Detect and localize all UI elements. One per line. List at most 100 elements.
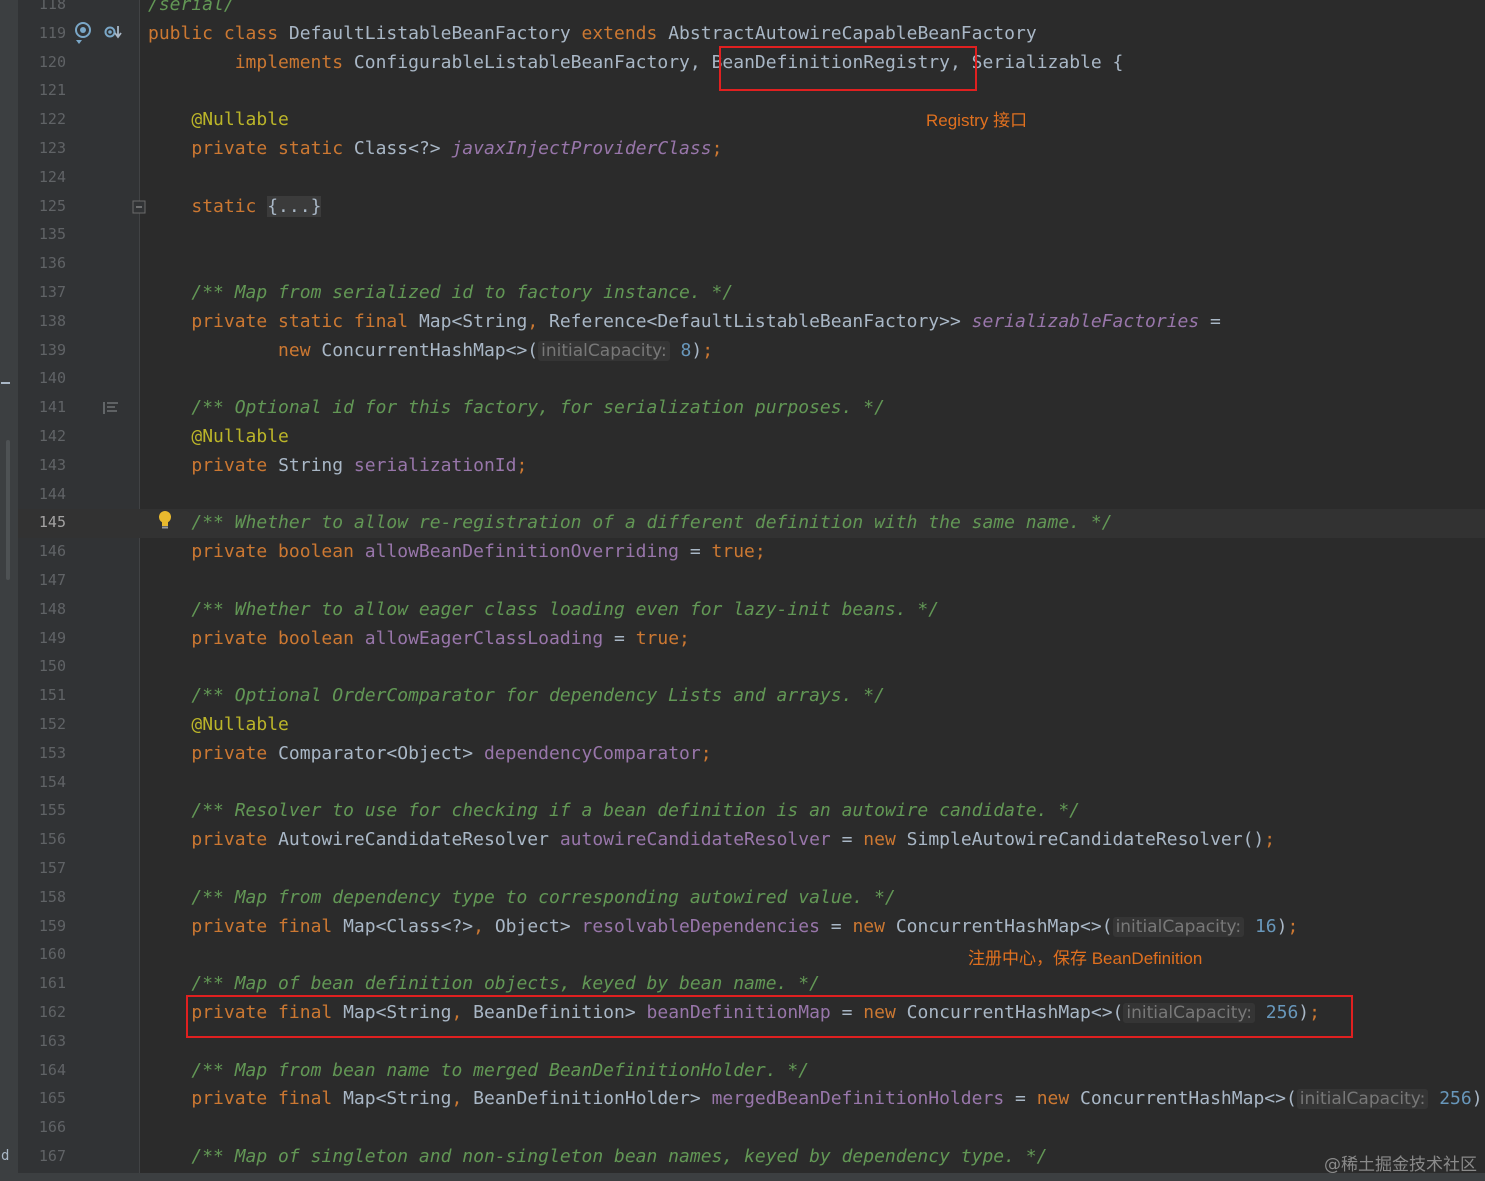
code-text[interactable]: /serial/ <box>148 0 235 19</box>
line-number[interactable]: 159 <box>18 912 66 941</box>
code-line[interactable]: 153 private Comparator<Object> dependenc… <box>0 739 1485 768</box>
code-line[interactable]: 167 /** Map of singleton and non-singlet… <box>0 1142 1485 1171</box>
editor-bottom-scrollbar[interactable] <box>0 1173 1485 1181</box>
code-text[interactable]: /** Whether to allow eager class loading… <box>148 595 939 624</box>
code-line[interactable]: 159 private final Map<Class<?>, Object> … <box>0 912 1485 941</box>
code-text[interactable]: @Nullable <box>148 105 289 134</box>
line-number[interactable]: 137 <box>18 278 66 307</box>
line-number[interactable]: 148 <box>18 595 66 624</box>
line-number[interactable]: 153 <box>18 739 66 768</box>
line-number[interactable]: 125 <box>18 192 66 221</box>
code-line[interactable]: 156 private AutowireCandidateResolver au… <box>0 825 1485 854</box>
line-number[interactable]: 136 <box>18 249 66 278</box>
code-text[interactable]: private static Class<?> javaxInjectProvi… <box>148 134 722 163</box>
code-line[interactable]: 139 new ConcurrentHashMap<>(initialCapac… <box>0 336 1485 365</box>
line-number[interactable]: 142 <box>18 422 66 451</box>
line-number[interactable]: 120 <box>18 48 66 77</box>
code-text[interactable]: private static final Map<String, Referen… <box>148 307 1221 336</box>
code-line[interactable]: 136 <box>0 249 1485 278</box>
code-line[interactable]: 123 private static Class<?> javaxInjectP… <box>0 134 1485 163</box>
code-text[interactable]: private AutowireCandidateResolver autowi… <box>148 825 1275 854</box>
code-text[interactable]: @Nullable <box>148 422 289 451</box>
code-text[interactable]: /** Map from serialized id to factory in… <box>148 278 733 307</box>
line-number[interactable]: 151 <box>18 681 66 710</box>
code-text[interactable]: public class DefaultListableBeanFactory … <box>148 19 1037 48</box>
code-line[interactable]: 137 /** Map from serialized id to factor… <box>0 278 1485 307</box>
line-number[interactable]: 143 <box>18 451 66 480</box>
code-line[interactable]: 155 /** Resolver to use for checking if … <box>0 796 1485 825</box>
code-line[interactable]: 161 /** Map of bean definition objects, … <box>0 969 1485 998</box>
code-line[interactable]: 146 private boolean allowBeanDefinitionO… <box>0 537 1485 566</box>
code-text[interactable]: /** Resolver to use for checking if a be… <box>148 796 1080 825</box>
line-number[interactable]: 150 <box>18 652 66 681</box>
line-number[interactable]: 124 <box>18 163 66 192</box>
line-number[interactable]: 152 <box>18 710 66 739</box>
line-number[interactable]: 163 <box>18 1027 66 1056</box>
line-number[interactable]: 147 <box>18 566 66 595</box>
line-number[interactable]: 156 <box>18 825 66 854</box>
code-line[interactable]: 140 <box>0 364 1485 393</box>
line-number[interactable]: 155 <box>18 796 66 825</box>
line-number[interactable]: 119 <box>18 19 66 48</box>
line-number[interactable]: 121 <box>18 76 66 105</box>
line-number[interactable]: 138 <box>18 307 66 336</box>
line-number[interactable]: 162 <box>18 998 66 1027</box>
code-line[interactable]: 149 private boolean allowEagerClassLoadi… <box>0 624 1485 653</box>
fold-expand-icon[interactable] <box>132 200 146 214</box>
code-line[interactable]: 154 <box>0 768 1485 797</box>
code-text[interactable]: /** Map of bean definition objects, keye… <box>148 969 820 998</box>
code-line[interactable]: 157 <box>0 854 1485 883</box>
subclasses-marker-icon[interactable] <box>102 24 124 44</box>
code-text[interactable]: @Nullable <box>148 710 289 739</box>
line-number[interactable]: 122 <box>18 105 66 134</box>
code-text[interactable]: /** Map of singleton and non-singleton b… <box>148 1142 1047 1171</box>
code-line[interactable]: 144 <box>0 480 1485 509</box>
line-number[interactable]: 160 <box>18 940 66 969</box>
implementations-marker-icon[interactable] <box>72 21 94 45</box>
code-line[interactable]: 119 public class DefaultListableBeanFacto… <box>0 19 1485 48</box>
code-text[interactable]: static {...} <box>148 192 322 221</box>
code-line[interactable]: 152 @Nullable <box>0 710 1485 739</box>
code-text[interactable]: /** Optional OrderComparator for depende… <box>148 681 885 710</box>
code-line[interactable]: 124 <box>0 163 1485 192</box>
line-number[interactable]: 140 <box>18 364 66 393</box>
line-number[interactable]: 123 <box>18 134 66 163</box>
code-line[interactable]: 160 <box>0 940 1485 969</box>
code-line[interactable]: 142 @Nullable <box>0 422 1485 451</box>
line-number[interactable]: 158 <box>18 883 66 912</box>
line-number[interactable]: 167 <box>18 1142 66 1171</box>
line-number[interactable]: 118 <box>18 0 66 19</box>
code-line[interactable]: 118/serial/ <box>0 0 1485 19</box>
line-number[interactable]: 154 <box>18 768 66 797</box>
line-number[interactable]: 141 <box>18 393 66 422</box>
code-line[interactable]: 164 /** Map from bean name to merged Bea… <box>0 1056 1485 1085</box>
structure-marker-icon[interactable] <box>102 400 120 416</box>
line-number[interactable]: 165 <box>18 1084 66 1113</box>
code-line[interactable]: 145 /** Whether to allow re-registration… <box>0 508 1485 537</box>
code-line[interactable]: 166 <box>0 1113 1485 1142</box>
code-line[interactable]: 151 /** Optional OrderComparator for dep… <box>0 681 1485 710</box>
code-line[interactable]: 141 /** Optional id for this factory, fo… <box>0 393 1485 422</box>
code-text[interactable]: private final Map<Class<?>, Object> reso… <box>148 912 1298 942</box>
line-number[interactable]: 157 <box>18 854 66 883</box>
code-text[interactable]: new ConcurrentHashMap<>(initialCapacity:… <box>148 336 713 366</box>
code-line[interactable]: 165 private final Map<String, BeanDefini… <box>0 1084 1485 1113</box>
line-number[interactable]: 166 <box>18 1113 66 1142</box>
line-number[interactable]: 145 <box>18 508 66 537</box>
code-text[interactable]: private boolean allowBeanDefinitionOverr… <box>148 537 765 566</box>
lightbulb-icon[interactable] <box>157 510 173 530</box>
line-number[interactable]: 139 <box>18 336 66 365</box>
code-text[interactable]: /** Map from bean name to merged BeanDef… <box>148 1056 809 1085</box>
code-text[interactable]: /** Whether to allow re-registration of … <box>148 508 1112 537</box>
code-line[interactable]: 143 private String serializationId; <box>0 451 1485 480</box>
code-text[interactable]: implements ConfigurableListableBeanFacto… <box>148 48 1124 77</box>
code-line[interactable]: 135 <box>0 220 1485 249</box>
code-line[interactable]: 138 private static final Map<String, Ref… <box>0 307 1485 336</box>
line-number[interactable]: 135 <box>18 220 66 249</box>
code-line[interactable]: 150 <box>0 652 1485 681</box>
code-line[interactable]: 148 /** Whether to allow eager class loa… <box>0 595 1485 624</box>
code-text[interactable]: private boolean allowEagerClassLoading =… <box>148 624 690 653</box>
code-text[interactable]: private final Map<String, BeanDefinition… <box>148 1084 1485 1114</box>
line-number[interactable]: 161 <box>18 969 66 998</box>
code-line[interactable]: 125 static {...} <box>0 192 1485 221</box>
